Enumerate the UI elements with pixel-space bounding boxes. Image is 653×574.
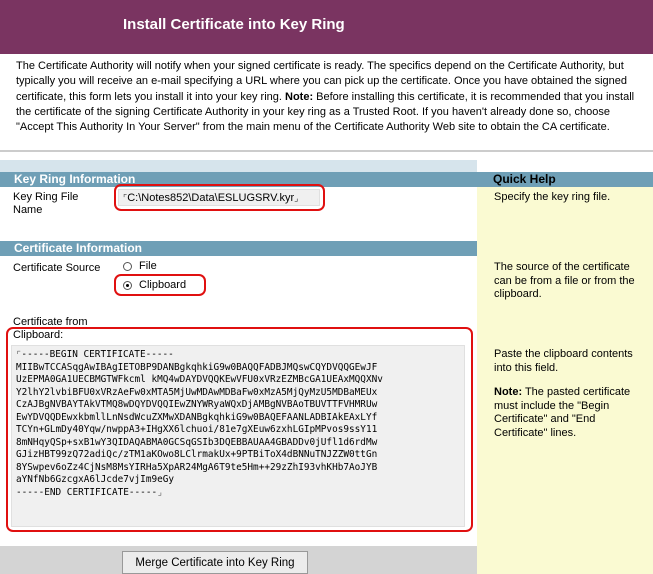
help-panel-gap (477, 227, 653, 241)
page-header: Install Certificate into Key Ring (0, 0, 653, 54)
radio-file[interactable] (123, 262, 132, 271)
page-title: Install Certificate into Key Ring (123, 16, 345, 33)
highlight-oval-file (114, 184, 325, 211)
help-text-clipboard: Paste the clipboard contents into this f… (494, 348, 633, 374)
radio-file-label: File (139, 260, 157, 272)
intro-note-label: Note: (285, 90, 314, 103)
divider (0, 150, 653, 152)
help-note-label: Note: (494, 386, 523, 398)
help-panel-bottom (477, 546, 653, 574)
help-text-cert-source: The source of the certificate can be fro… (494, 261, 635, 300)
highlight-oval-certificate (6, 327, 473, 532)
help-note-clipboard: Note: The pasted certificate must includ… (494, 386, 644, 440)
quick-help-header: Quick Help (477, 172, 653, 187)
section-header-cert-info: Certificate Information (0, 241, 477, 256)
merge-certificate-button[interactable]: Merge Certificate into Key Ring (122, 551, 308, 574)
key-ring-file-label: Key Ring File Name (13, 191, 79, 216)
cert-source-label: Certificate Source (13, 262, 101, 274)
intro-text: The Certificate Authority will notify wh… (16, 59, 644, 135)
section-band (0, 160, 477, 172)
highlight-oval-clipboard (114, 274, 206, 296)
help-text-key-ring: Specify the key ring file. (494, 191, 611, 203)
